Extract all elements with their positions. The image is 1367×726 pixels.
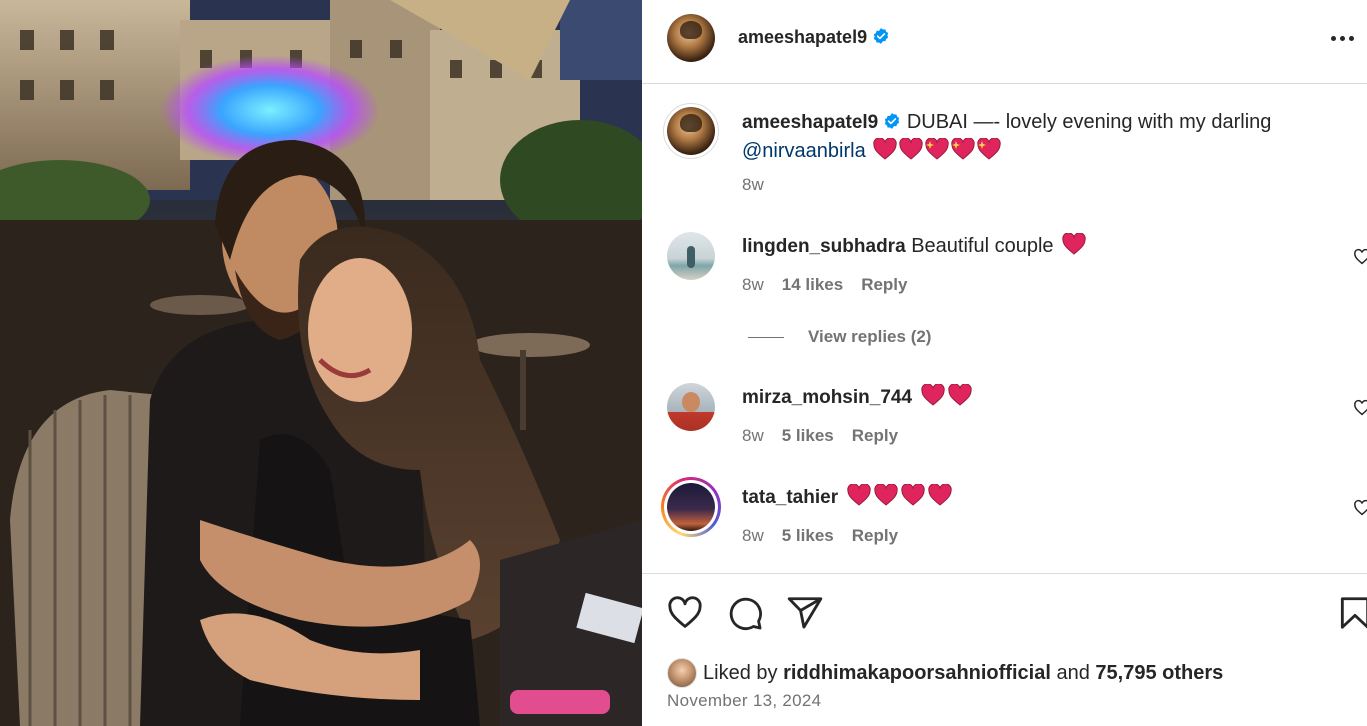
comment-reply-button[interactable]: Reply [861, 275, 907, 295]
share-icon[interactable] [786, 594, 824, 632]
commenter-username[interactable]: tata_tahier [742, 487, 838, 508]
liker-username[interactable]: riddhimakapoorsahniofficial [783, 662, 1051, 685]
comment-text: mirza_mohsin_744 [742, 383, 1322, 412]
comment-reply-button[interactable]: Reply [852, 426, 898, 446]
comment-age: 8w [742, 275, 764, 294]
red-heart-emoji [920, 384, 945, 406]
post-actions: Liked by riddhimakapoorsahniofficial and… [642, 573, 1367, 726]
comment-meta: 8w 14 likes Reply [742, 275, 925, 295]
commenter-username[interactable]: lingden_subhadra [742, 236, 906, 257]
view-replies-button[interactable]: View replies (2) [748, 327, 931, 347]
comment-like-icon[interactable] [1353, 248, 1367, 266]
author-username-row: ameeshapatel9 [738, 27, 890, 48]
commenter-avatar[interactable] [667, 232, 715, 280]
author-avatar[interactable] [667, 14, 715, 62]
post-photo[interactable] [0, 0, 642, 726]
view-replies-label: View replies (2) [808, 327, 932, 346]
caption-mention-link[interactable]: @nirvaanbirla [742, 140, 866, 162]
liked-by-line: Liked by riddhimakapoorsahniofficial and… [667, 658, 1223, 688]
red-heart-emoji [900, 484, 925, 506]
comment-reply-button[interactable]: Reply [852, 526, 898, 546]
caption-age: 8w [742, 175, 764, 194]
caption-avatar[interactable] [667, 107, 715, 155]
red-heart-emoji [927, 484, 952, 506]
liker-avatar[interactable] [667, 658, 697, 688]
red-heart-emoji [873, 484, 898, 506]
verified-badge-icon [873, 28, 889, 44]
post-details-panel: ameeshapatel9 ameeshapatel9 DUBAI —- lov… [642, 0, 1367, 726]
comment-age: 8w [742, 526, 764, 545]
bookmark-icon[interactable] [1336, 594, 1367, 632]
red-heart-emoji [846, 484, 871, 506]
caption-meta: 8w [742, 175, 782, 195]
comment-meta: 8w 5 likes Reply [742, 426, 916, 446]
red-heart-emoji [873, 138, 897, 160]
heart-icon[interactable] [666, 594, 704, 632]
comment-like-icon[interactable] [1353, 499, 1367, 517]
red-heart-emoji [947, 384, 972, 406]
comments-section: ameeshapatel9 DUBAI —- lovely evening wi… [642, 85, 1367, 573]
liked-by-and: and [1056, 661, 1090, 684]
commenter-avatar[interactable] [667, 483, 715, 531]
verified-badge-icon [885, 113, 900, 129]
sparkling-heart-emoji [977, 138, 1001, 160]
sparkling-heart-emoji [925, 138, 949, 160]
comment-age: 8w [742, 426, 764, 445]
comment-like-icon[interactable] [1353, 399, 1367, 417]
author-username[interactable]: ameeshapatel9 [738, 27, 867, 47]
commenter-username[interactable]: mirza_mohsin_744 [742, 387, 912, 408]
commenter-avatar[interactable] [667, 383, 715, 431]
sparkling-heart-emoji [951, 138, 975, 160]
comment-icon[interactable] [726, 594, 764, 632]
comment-text: lingden_subhadra Beautiful couple [742, 232, 1322, 261]
likes-count[interactable]: 75,795 others [1095, 662, 1223, 685]
comment-body: Beautiful couple [911, 235, 1054, 257]
post-date[interactable]: November 13, 2024 [667, 691, 821, 711]
comment-likes[interactable]: 5 likes [782, 426, 834, 446]
liked-by-prefix: Liked by [703, 661, 778, 684]
comment-likes[interactable]: 14 likes [782, 275, 843, 295]
photo-scene [0, 0, 642, 726]
red-heart-emoji [1062, 233, 1086, 255]
caption-username[interactable]: ameeshapatel9 [742, 112, 878, 133]
view-replies-divider [748, 336, 784, 338]
caption-text: ameeshapatel9 DUBAI —- lovely evening wi… [742, 108, 1322, 165]
post-header: ameeshapatel9 [642, 0, 1367, 84]
red-heart-emoji [899, 138, 923, 160]
comment-text: tata_tahier [742, 483, 1322, 512]
more-options-icon[interactable] [1331, 26, 1367, 50]
comment-likes[interactable]: 5 likes [782, 526, 834, 546]
caption-body: DUBAI —- lovely evening with my darling [906, 111, 1272, 133]
comment-meta: 8w 5 likes Reply [742, 526, 916, 546]
